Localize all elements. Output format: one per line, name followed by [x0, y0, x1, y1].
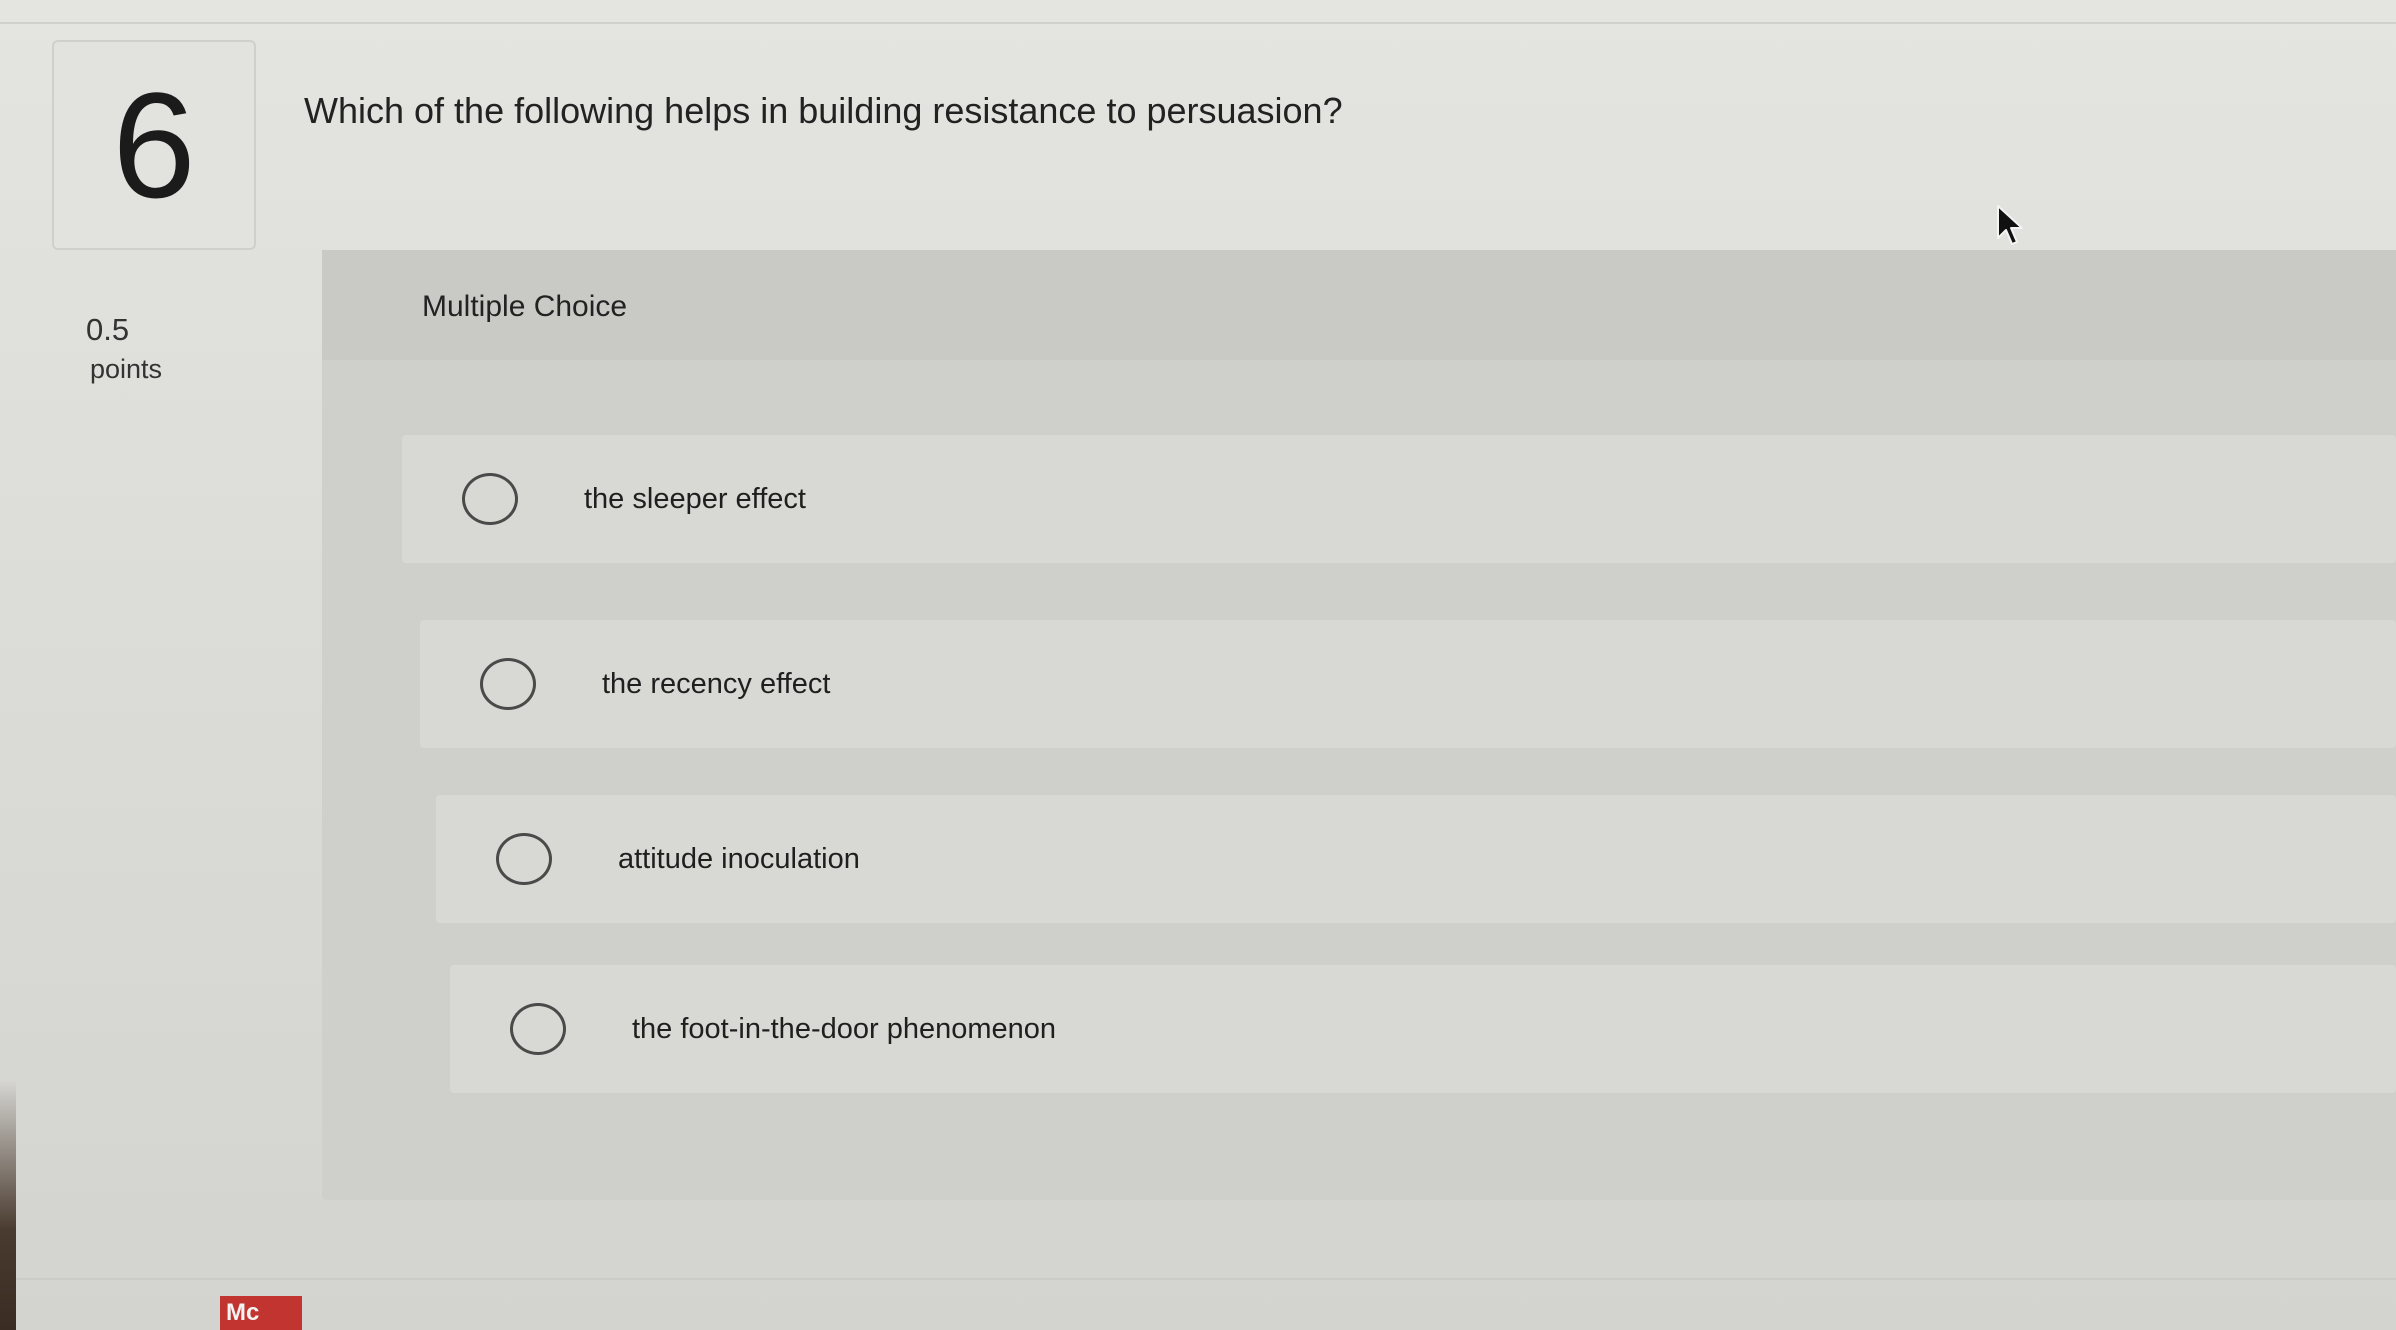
answer-panel: Multiple Choice the sleeper effect the r…	[322, 250, 2396, 1200]
mcgraw-hill-logo: Mc	[220, 1296, 302, 1330]
radio-circle-icon[interactable]	[462, 473, 518, 525]
answer-option-1[interactable]: the sleeper effect	[402, 435, 2396, 563]
question-number: 6	[112, 61, 196, 229]
answer-option-4[interactable]: the foot-in-the-door phenomenon	[450, 965, 2396, 1093]
points-value: 0.5	[86, 312, 130, 347]
points-label: points	[90, 354, 163, 384]
answer-option-2[interactable]: the recency effect	[420, 620, 2396, 748]
option-label: attitude inoculation	[618, 842, 860, 875]
question-type-label: Multiple Choice	[422, 290, 628, 323]
option-label: the sleeper effect	[584, 482, 806, 515]
option-label: the foot-in-the-door phenomenon	[632, 1012, 1057, 1045]
radio-circle-icon[interactable]	[496, 833, 552, 885]
top-divider	[0, 22, 2396, 24]
mouse-pointer-icon	[1997, 205, 2023, 245]
radio-circle-icon[interactable]	[510, 1003, 566, 1055]
answer-option-3[interactable]: attitude inoculation	[436, 795, 2396, 923]
question-prompt: Which of the following helps in building…	[304, 90, 1343, 131]
answer-panel-header: Multiple Choice	[322, 250, 2396, 360]
radio-circle-icon[interactable]	[480, 658, 536, 710]
points-info: 0.5 points	[86, 310, 216, 388]
option-label: the recency effect	[602, 667, 831, 700]
screen-edge-shadow	[0, 1080, 16, 1330]
bottom-divider	[0, 1278, 2396, 1280]
question-number-box: 6	[52, 40, 256, 250]
